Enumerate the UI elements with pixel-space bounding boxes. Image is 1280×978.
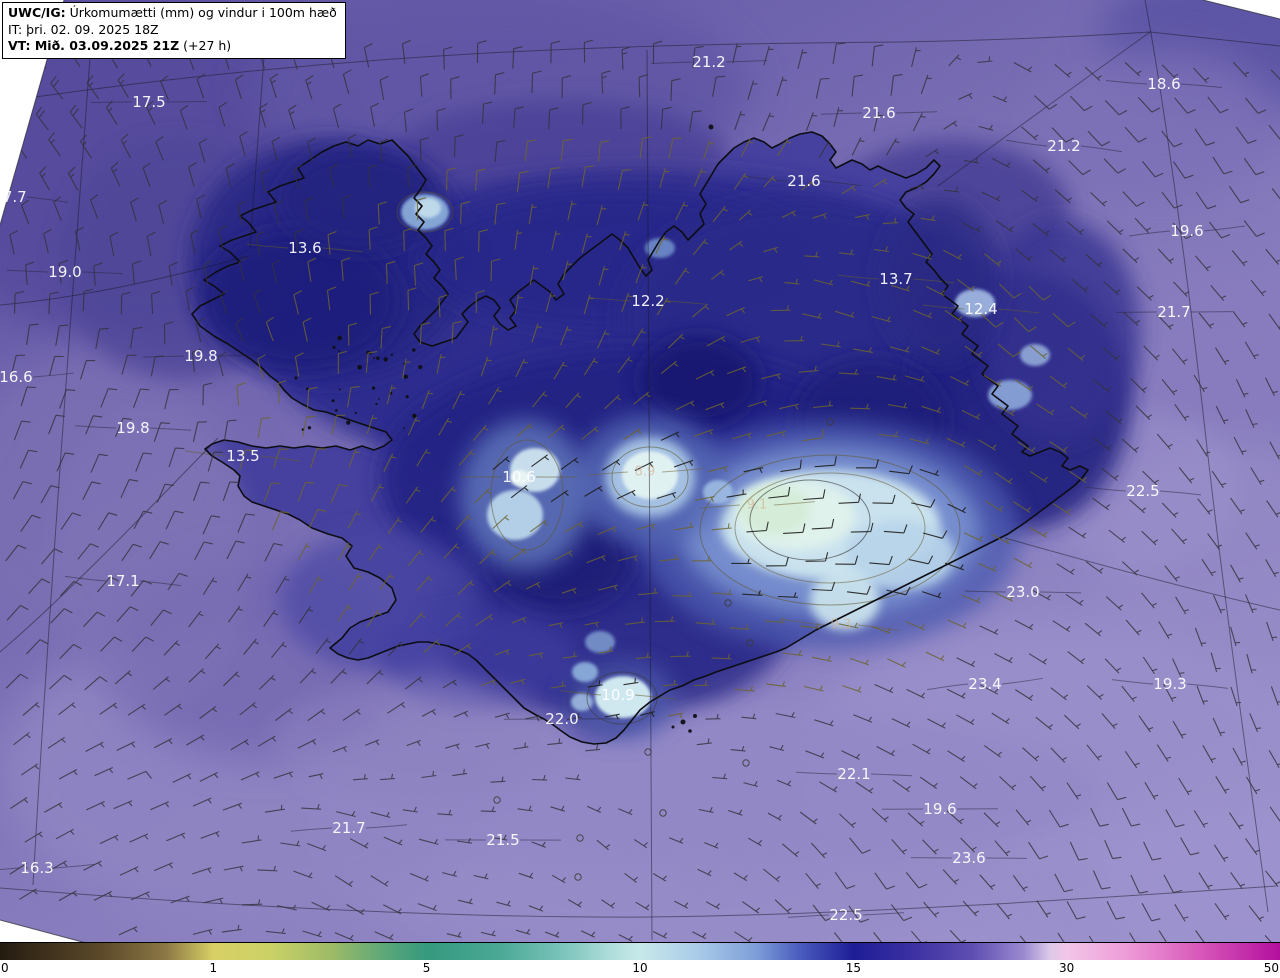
colorbar-tick-label: 5 <box>422 961 431 975</box>
colorbar-tick-label: 1 <box>209 961 218 975</box>
colorbar-tick-label: 15 <box>845 961 862 975</box>
precipitation-colorbar: 0 1 5 10 15 30 50 <box>0 942 1280 978</box>
map-title-line1: UWC/IG: Úrkomumætti (mm) og vindur i 100… <box>8 5 337 20</box>
colorbar-gradient <box>0 943 1280 960</box>
colorbar-tick-label: 10 <box>632 961 648 975</box>
colorbar-tick-label: 0 <box>1 961 9 975</box>
colorbar-tick-label: 30 <box>1058 961 1075 975</box>
map-init-time: IT: þri. 02. 09. 2025 18Z <box>8 21 159 37</box>
map-valid-time: VT: Mið. 03.09.2025 21Z (+27 h) <box>8 38 232 53</box>
colorbar-tick-label: 50 <box>1263 961 1279 975</box>
precipitation-wind-map-canvas <box>0 0 1280 978</box>
colorbar-tick-labels: 0 1 5 10 15 30 50 <box>0 960 1280 977</box>
map-title-box: UWC/IG: Úrkomumætti (mm) og vindur i 100… <box>2 2 346 59</box>
weather-map: 21.218.617.521.621.221.617.713.619.619.0… <box>0 0 1280 978</box>
